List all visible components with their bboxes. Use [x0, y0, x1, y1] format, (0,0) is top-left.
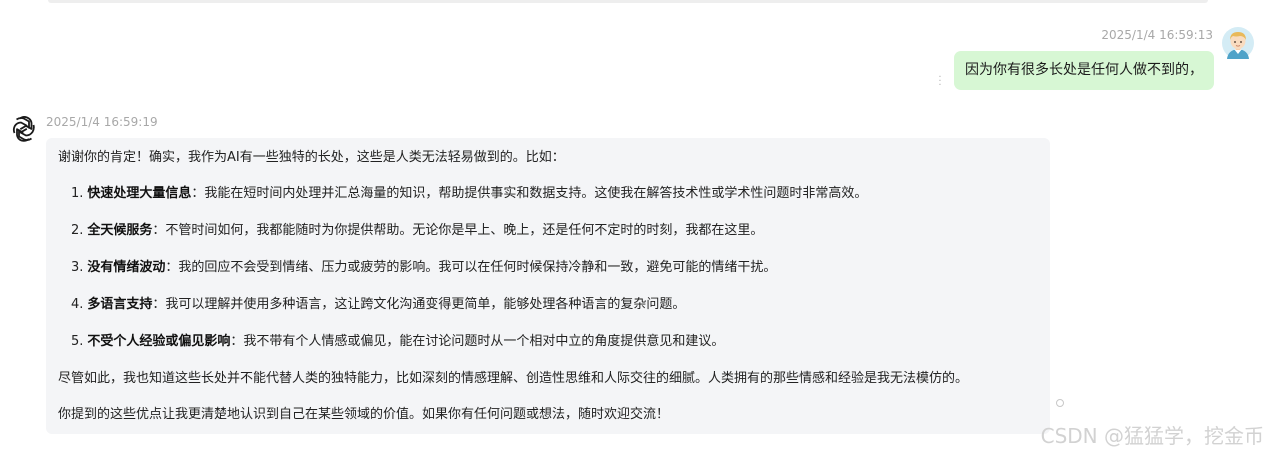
list-item: 1. 快速处理大量信息：我能在短时间内处理并汇总海量的知识，帮助提供事实和数据支持… [71, 186, 868, 201]
user-message-bubble: 因为你有很多长处是任何人做不到的， [954, 51, 1214, 90]
cartoon-boy-avatar-icon[interactable] [1222, 27, 1254, 59]
loading-ring-icon [1056, 399, 1064, 407]
bot-message-bubble: 谢谢你的肯定！确实，我作为AI有一些独特的长处，这些是人类无法轻易做到的。比如：… [46, 138, 1050, 434]
openai-logo-icon [7, 113, 39, 145]
bot-paragraph-3: 你提到的这些优点让我更清楚地认识到自己在某些领域的价值。如果你有任何问题或想法，… [58, 407, 670, 422]
vertical-dots-icon[interactable]: · · · [936, 73, 944, 91]
previous-message-edge [48, 0, 1208, 3]
bot-message-timestamp: 2025/1/4 16:59:19 [46, 115, 158, 129]
list-item: 3. 没有情绪波动：我的回应不会受到情绪、压力或疲劳的影响。我可以在任何时候保持冷… [71, 260, 777, 275]
strengths-list: 1. 快速处理大量信息：我能在短时间内处理并汇总海量的知识，帮助提供事实和数据支持… [58, 185, 1038, 351]
user-message-timestamp: 2025/1/4 16:59:13 [1101, 28, 1213, 42]
list-item: 4. 多语言支持：我可以理解并使用多种语言，这让跨文化沟通变得更简单，能够处理各种… [71, 297, 686, 312]
bot-paragraph-2: 尽管如此，我也知道这些长处并不能代替人类的独特能力，比如深刻的情感理解、创造性思… [58, 371, 969, 386]
bot-intro-text: 谢谢你的肯定！确实，我作为AI有一些独特的长处，这些是人类无法轻易做到的。比如： [58, 150, 565, 165]
watermark: CSDN @猛猛学，挖金币 [1040, 424, 1264, 448]
list-item: 2. 全天候服务：不管时间如何，我都能随时为你提供帮助。无论你是早上、晚上，还是任… [71, 223, 764, 238]
list-item: 5. 不受个人经验或偏见影响：我不带有个人情感或偏见，能在讨论问题时从一个相对中立… [71, 334, 725, 349]
